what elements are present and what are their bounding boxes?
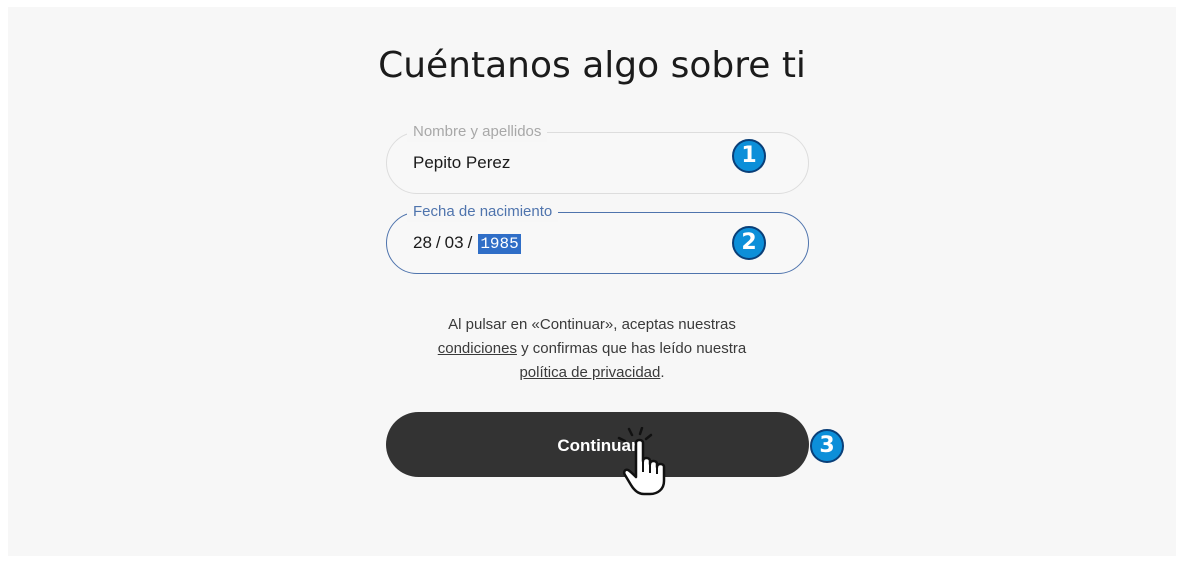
step-badge-2: 2: [732, 226, 766, 260]
terms-line-1: Al pulsar en «Continuar», aceptas nuestr…: [448, 316, 736, 333]
terms-end: .: [660, 364, 665, 381]
name-field-value[interactable]: Pepito Perez: [413, 153, 510, 173]
conditions-link[interactable]: condiciones: [438, 340, 517, 357]
privacy-policy-link[interactable]: política de privacidad: [519, 364, 660, 381]
continue-button[interactable]: Continuar: [386, 412, 809, 477]
birthdate-year-selected[interactable]: 1985: [478, 234, 521, 254]
date-separator: /: [435, 233, 441, 252]
birthdate-day[interactable]: 28: [413, 233, 432, 252]
terms-notice: Al pulsar en «Continuar», aceptas nuestr…: [8, 313, 1176, 385]
name-field-label: Nombre y apellidos: [407, 122, 548, 142]
page-title: Cuéntanos algo sobre ti: [378, 45, 806, 86]
form-panel: Cuéntanos algo sobre ti Nombre y apellid…: [8, 7, 1176, 556]
hand-pointer-icon: [617, 427, 666, 496]
date-separator: /: [467, 233, 473, 252]
terms-line-2: y confirmas que has leído nuestra: [516, 340, 747, 357]
step-badge-3: 3: [810, 429, 844, 463]
birthdate-month[interactable]: 03: [445, 233, 464, 252]
step-badge-1: 1: [732, 139, 766, 173]
birthdate-field-label: Fecha de nacimiento: [407, 202, 559, 222]
birthdate-field-value[interactable]: 28/03/1985: [413, 233, 521, 254]
